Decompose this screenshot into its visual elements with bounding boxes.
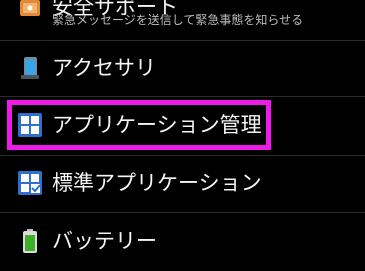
list-item-subtitle: 緊急メッセージを送信して緊急事態を知らせる	[52, 13, 304, 27]
phone-icon	[18, 56, 42, 80]
list-item-title: 標準アプリケーション	[52, 171, 262, 195]
list-item-default-applications[interactable]: 標準アプリケーション	[0, 156, 365, 212]
list-item-title: アクセサリ	[52, 56, 156, 80]
list-item-title: バッテリー	[52, 229, 157, 253]
list-item-accessories[interactable]: アクセサリ	[0, 41, 365, 97]
grid-check-icon	[18, 171, 42, 195]
alarm-icon	[18, 0, 42, 18]
list-item-battery[interactable]: バッテリー	[0, 213, 365, 271]
list-item-safety-support[interactable]: 安全サポート 緊急メッセージを送信して緊急事態を知らせる	[0, 0, 365, 42]
battery-icon	[18, 229, 42, 253]
highlight-box	[7, 100, 271, 150]
